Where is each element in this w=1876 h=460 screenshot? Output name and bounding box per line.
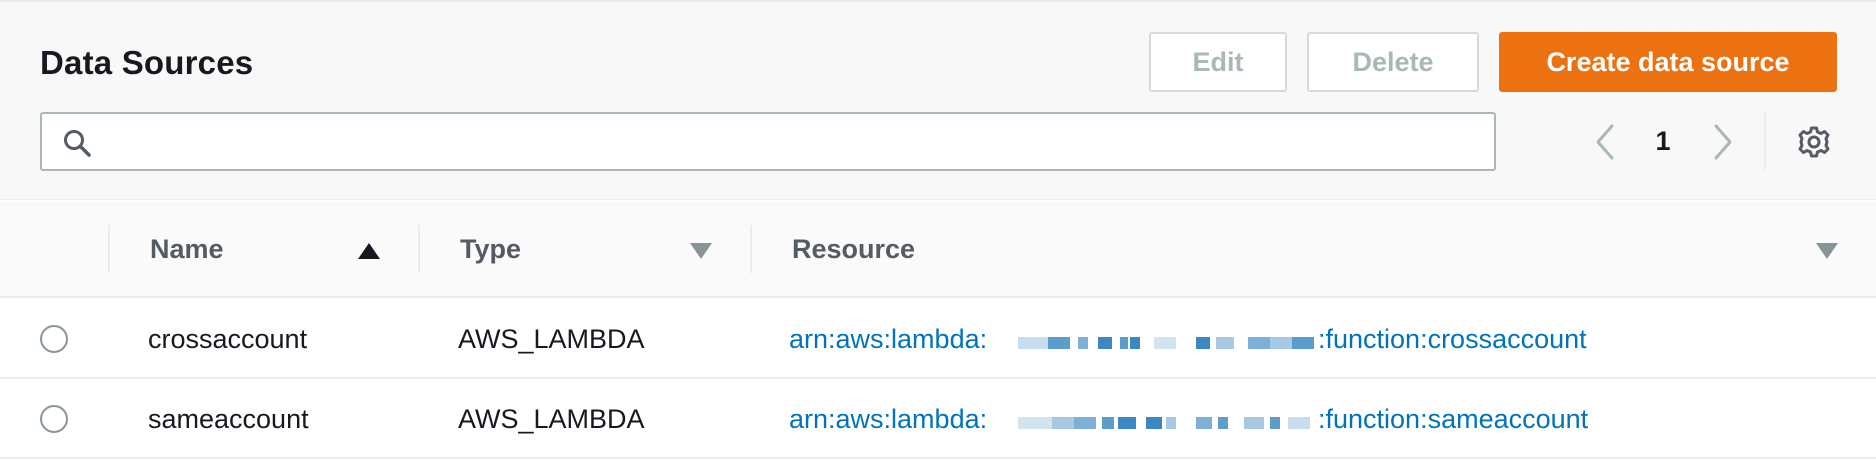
row-type: AWS_LAMBDA [458,324,645,354]
column-divider [418,225,420,273]
row-type: AWS_LAMBDA [458,404,645,434]
chevron-right-icon[interactable] [1706,120,1740,164]
table-row[interactable]: crossaccount AWS_LAMBDA arn:aws:lambda: … [0,300,1876,379]
radio-icon[interactable] [40,405,68,433]
page-number[interactable]: 1 [1650,126,1676,157]
column-divider [108,225,110,273]
redacted-account-id [1018,417,1318,429]
table-header-panel: Data Sources Edit Delete Create data sou… [0,0,1876,200]
radio-icon[interactable] [40,325,68,353]
column-header-resource[interactable]: Resource [792,234,915,265]
pager-divider [1764,112,1766,170]
column-header-type[interactable]: Type [460,234,521,265]
create-data-source-button[interactable]: Create data source [1499,32,1837,92]
redacted-account-id [1018,337,1318,349]
sort-descending-icon[interactable] [1816,243,1838,259]
resource-link-suffix[interactable]: :function:sameaccount [1318,404,1588,435]
sort-descending-icon[interactable] [690,243,712,259]
search-icon [64,130,91,157]
delete-button[interactable]: Delete [1307,32,1479,92]
page-title: Data Sources [40,44,254,81]
column-divider [750,225,752,273]
search-input[interactable] [112,122,1482,162]
resource-link-suffix[interactable]: :function:crossaccount [1318,324,1587,355]
table-row[interactable]: sameaccount AWS_LAMBDA arn:aws:lambda: :… [0,380,1876,459]
resource-link-prefix[interactable]: arn:aws:lambda: [789,324,987,355]
chevron-left-icon[interactable] [1588,120,1622,164]
row-name: crossaccount [148,324,308,354]
gear-icon[interactable] [1796,124,1832,160]
sort-ascending-icon[interactable] [358,243,380,259]
table-header-row: Name Type Resource [0,201,1876,298]
row-name: sameaccount [148,404,309,434]
resource-link-prefix[interactable]: arn:aws:lambda: [789,404,987,435]
column-header-name[interactable]: Name [150,234,224,265]
search-field[interactable] [40,112,1496,171]
edit-button[interactable]: Edit [1149,32,1287,92]
